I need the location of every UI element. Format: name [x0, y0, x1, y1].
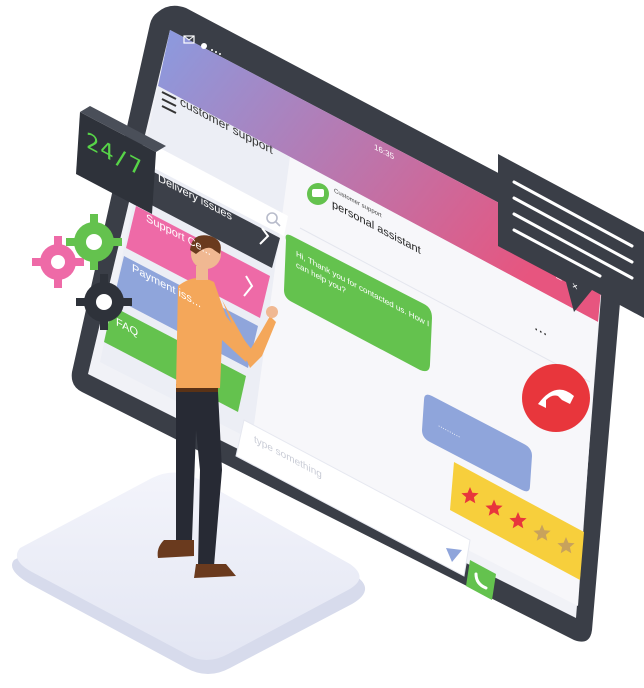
status-dot: [201, 43, 207, 49]
hang-up-button[interactable]: [522, 364, 590, 432]
window-close-icon[interactable]: ×: [572, 280, 578, 294]
chat-avatar-icon: [307, 183, 329, 205]
scene: [12, 5, 644, 674]
window-minimize[interactable]: –: [556, 272, 562, 286]
illustration: customer support 16:35 24/7 Delivery iss…: [0, 0, 644, 688]
